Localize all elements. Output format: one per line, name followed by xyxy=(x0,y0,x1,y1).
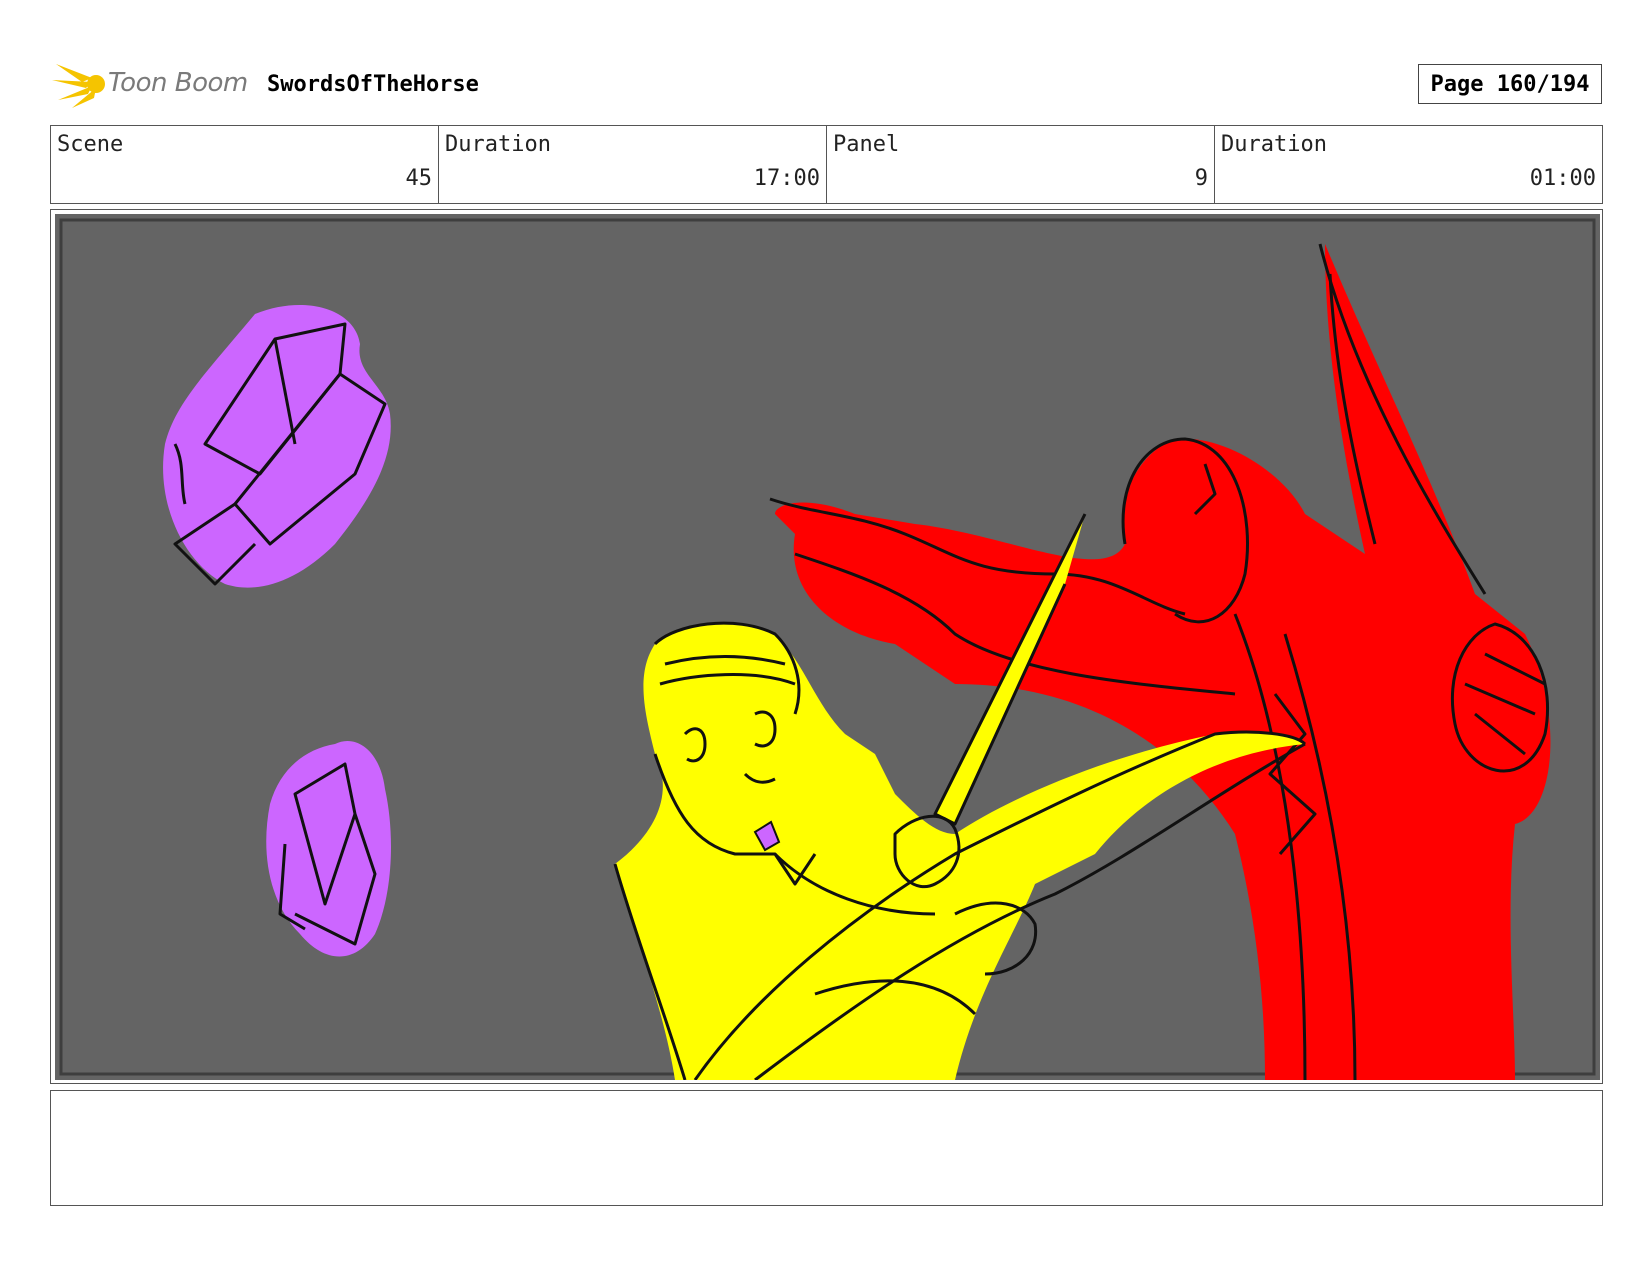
panel-cell: Panel 9 xyxy=(827,126,1215,203)
logo-text: Toon Boom xyxy=(108,68,248,98)
scene-duration-value: 17:00 xyxy=(753,166,820,191)
info-table: Scene 45 Duration 17:00 Panel 9 Duration… xyxy=(50,125,1603,204)
scene-duration-cell: Duration 17:00 xyxy=(439,126,827,203)
page-indicator: Page 160/194 xyxy=(1418,64,1602,104)
panel-duration-label: Duration xyxy=(1221,132,1327,157)
project-title: SwordsOfTheHorse xyxy=(267,72,479,97)
scene-cell: Scene 45 xyxy=(51,126,439,203)
storyboard-panel-image xyxy=(55,214,1600,1080)
panel-label: Panel xyxy=(833,132,900,157)
panel-notes-box xyxy=(50,1090,1603,1206)
panel-value: 9 xyxy=(1194,166,1208,191)
panel-duration-value: 01:00 xyxy=(1529,166,1596,191)
panel-duration-cell: Duration 01:00 xyxy=(1215,126,1602,203)
scene-label: Scene xyxy=(57,132,124,157)
scene-duration-label: Duration xyxy=(445,132,551,157)
scene-value: 45 xyxy=(405,166,433,191)
